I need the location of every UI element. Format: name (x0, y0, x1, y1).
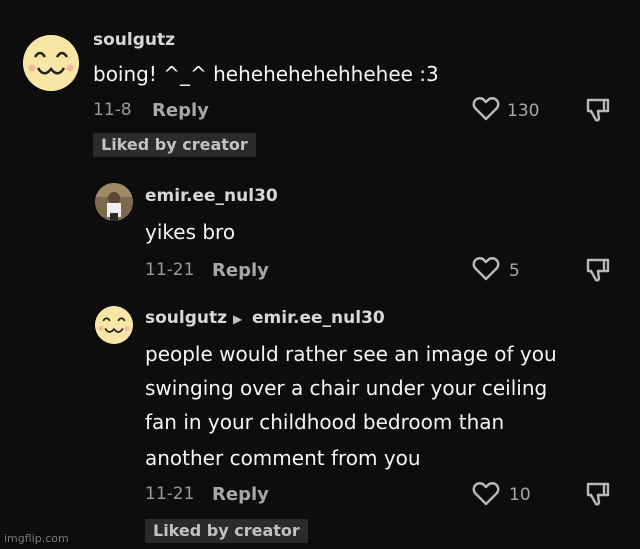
liked-by-creator-badge: Liked by creator (93, 133, 256, 157)
comment-text: boing! ^_^ hehehehehehhehee :3 (93, 62, 439, 86)
comment-date: 11-21 (145, 260, 195, 280)
smiley-face-icon (23, 35, 79, 91)
comment-date: 11-8 (93, 100, 132, 120)
like-count: 10 (509, 485, 531, 505)
comment-text-line: swinging over a chair under your ceiling (145, 376, 548, 400)
profile-photo-icon (95, 183, 133, 221)
comment-text-line: people would rather see an image of you (145, 342, 557, 366)
comment-username[interactable]: soulgutz (145, 308, 227, 328)
reply-button[interactable]: Reply (152, 100, 209, 121)
comment-username[interactable]: emir.ee_nul30 (145, 186, 278, 206)
comment-username[interactable]: soulgutz (93, 30, 175, 50)
comment-text-line: another comment from you (145, 446, 421, 470)
reply-button[interactable]: Reply (212, 260, 269, 281)
liked-by-creator-badge: Liked by creator (145, 519, 308, 543)
avatar[interactable] (95, 183, 133, 221)
comment-text: yikes bro (145, 220, 236, 244)
comment-date: 11-21 (145, 484, 195, 504)
thumbs-down-icon[interactable] (584, 481, 610, 507)
watermark: imgflip.com (4, 532, 69, 545)
avatar[interactable] (95, 306, 133, 344)
avatar[interactable] (23, 35, 79, 91)
smiley-face-icon (95, 306, 133, 344)
heart-icon[interactable] (472, 256, 500, 282)
reply-to-username[interactable]: emir.ee_nul30 (252, 308, 385, 328)
thumbs-down-icon[interactable] (584, 257, 610, 283)
reply-button[interactable]: Reply (212, 484, 269, 505)
comment-text-line: fan in your childhood bedroom than (145, 410, 505, 434)
thumbs-down-icon[interactable] (584, 97, 610, 123)
like-count: 130 (507, 101, 540, 121)
heart-icon[interactable] (472, 96, 500, 122)
like-count: 5 (509, 261, 520, 281)
heart-icon[interactable] (472, 481, 500, 507)
play-triangle-icon: ▶ (233, 312, 243, 326)
